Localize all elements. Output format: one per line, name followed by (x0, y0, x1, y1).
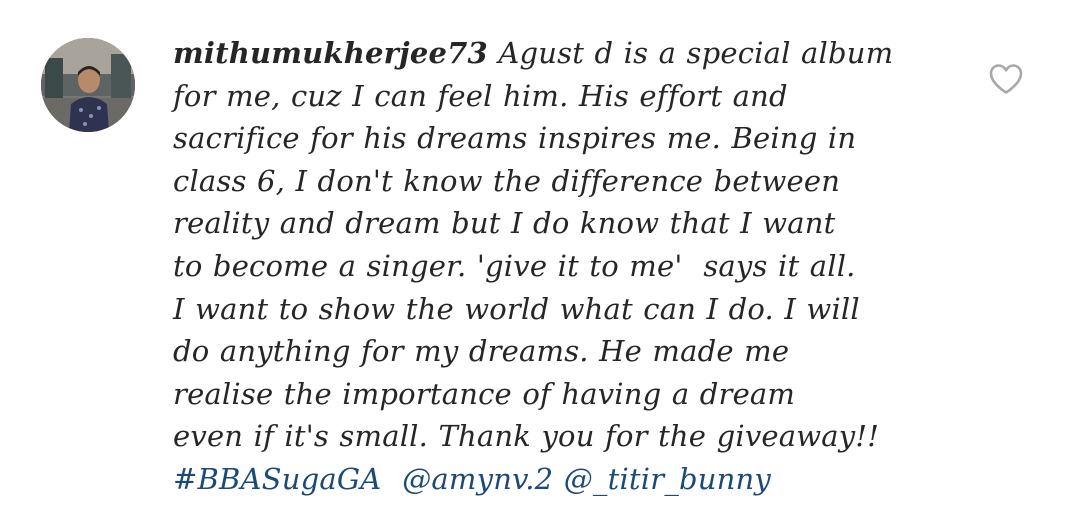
comment-text-line: sacrifice for his dreams inspires me. Be… (173, 121, 857, 156)
mention-link[interactable]: @_titir_bunny (564, 462, 771, 496)
comment-text-line: I want to show the world what can I do. … (173, 291, 860, 326)
like-button[interactable] (988, 63, 1024, 95)
hashtag-link[interactable]: #BBASugaGA (173, 462, 381, 496)
comment-username[interactable]: mithumukherjee73 (173, 36, 488, 70)
comment-text-line: to become a singer. 'give it to me' says… (173, 248, 856, 283)
comment-text-line: for me, cuz I can feel him. His effort a… (173, 78, 788, 113)
comment-text-line: realise the importance of having a dream (173, 376, 796, 411)
avatar-image (41, 38, 135, 132)
comment-text-line: reality and dream but I do know that I w… (173, 206, 836, 241)
comment-text-line: even if it's small. Thank you for the gi… (173, 419, 880, 454)
comment-text-line: do anything for my dreams. He made me (173, 334, 790, 369)
comment-tags-line: #BBASugaGA @amynv.2 @_titir_bunny (173, 458, 963, 501)
comment-text-line: class 6, I don't know the difference bet… (173, 163, 841, 198)
comment-body: mithumukherjee73 Agust d is a special al… (173, 32, 963, 501)
comment-first-line: mithumukherjee73 Agust d is a special al… (173, 32, 963, 75)
avatar[interactable] (41, 38, 135, 132)
heart-outline-icon (989, 64, 1023, 94)
comment-text-line: Agust d is a special album (487, 36, 894, 70)
comment: mithumukherjee73 Agust d is a special al… (0, 0, 1080, 514)
mention-link[interactable]: @amynv.2 (402, 462, 553, 496)
